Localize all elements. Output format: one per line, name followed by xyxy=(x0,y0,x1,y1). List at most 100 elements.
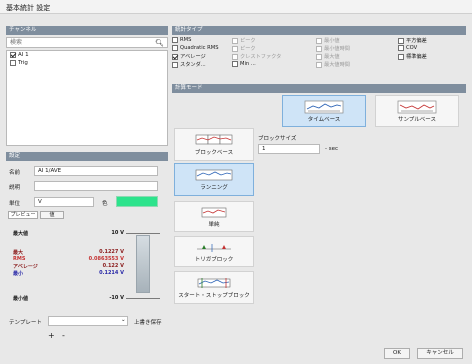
option-quadratic-rms[interactable]: Quadratic RMS xyxy=(172,45,219,51)
stat-min-value: 0.1214 V xyxy=(99,270,124,276)
checkbox[interactable] xyxy=(232,61,238,67)
calc-mode-header: 計算モード xyxy=(172,84,466,93)
name-input[interactable]: AI 1/AVE xyxy=(34,166,158,176)
timebase-icon xyxy=(304,100,344,114)
ok-button[interactable]: OK xyxy=(384,348,410,359)
block-type-label: ランニング xyxy=(200,185,228,191)
option-max[interactable]: 最大値 xyxy=(316,53,340,60)
checkbox[interactable] xyxy=(232,53,238,60)
option-min[interactable]: 最小値 xyxy=(316,37,340,44)
running-icon xyxy=(195,169,233,181)
checkbox[interactable] xyxy=(398,53,404,60)
channel-search-input[interactable] xyxy=(7,38,147,47)
blockbase-icon xyxy=(195,134,233,145)
template-save-link[interactable]: 上書き保存 xyxy=(134,318,162,326)
cancel-button[interactable]: キャンセル xyxy=(417,348,463,359)
checkbox[interactable] xyxy=(232,45,238,52)
option-label: 最小値 xyxy=(324,38,340,44)
block-size-label: ブロックサイズ xyxy=(258,136,297,142)
option-max-time[interactable]: 最大値時間 xyxy=(316,61,350,68)
list-item[interactable]: AI 1 xyxy=(7,51,167,59)
option-label: 平方偏差 xyxy=(406,38,427,44)
name-label: 名前 xyxy=(9,170,21,176)
option-label: 最大値 xyxy=(324,54,340,60)
option-label: 最大値時間 xyxy=(324,62,350,68)
option-label: アベレージ xyxy=(180,54,206,60)
block-type-running[interactable]: ランニング xyxy=(174,163,254,196)
mode-timebase-card[interactable]: タイムベース xyxy=(282,95,366,127)
option-variance[interactable]: 平方偏差 xyxy=(398,37,427,44)
unit-input[interactable]: V xyxy=(34,197,94,207)
option-rms[interactable]: RMS xyxy=(172,37,191,43)
option-label: クレストファクタ xyxy=(240,54,282,60)
list-item[interactable]: Trig xyxy=(7,59,167,67)
checkbox[interactable] xyxy=(172,37,178,43)
block-type-label: 単純 xyxy=(208,222,220,228)
option-average[interactable]: アベレージ xyxy=(172,53,206,60)
checkbox[interactable] xyxy=(232,37,238,44)
color-label: 色 xyxy=(102,201,108,207)
tab-value[interactable]: 値 xyxy=(40,211,64,219)
channel-label: Trig xyxy=(18,60,28,66)
checkbox[interactable] xyxy=(172,61,178,68)
option-cov[interactable]: COV xyxy=(398,45,417,51)
option-label: スタンダ... xyxy=(180,62,206,68)
stat-avg-value: 0.122 V xyxy=(102,263,124,269)
channels-header: チャンネル xyxy=(6,26,168,35)
checkbox[interactable] xyxy=(316,37,322,44)
checkbox[interactable] xyxy=(172,53,178,60)
block-size-input[interactable]: 1 xyxy=(258,144,320,154)
stat-rms-value: 0.0863553 V xyxy=(88,256,124,262)
option-label: Min ... xyxy=(240,61,256,67)
unit-label: 単位 xyxy=(9,201,21,207)
stat-rms-label: RMS xyxy=(13,256,26,262)
option-min-max[interactable]: Min ... xyxy=(232,61,256,67)
channel-search[interactable]: 🔍︎ xyxy=(6,37,168,48)
unit-text: sec xyxy=(328,146,339,152)
option-peak-2[interactable]: ピーク xyxy=(232,45,256,52)
block-type-start-stop[interactable]: スタート・ストップブロック xyxy=(174,271,254,304)
option-peak[interactable]: ピーク xyxy=(232,37,256,44)
block-type-blockbase[interactable]: ブロックベース xyxy=(174,128,254,161)
checkbox[interactable] xyxy=(398,37,404,44)
checkbox[interactable] xyxy=(398,45,404,51)
add-template-button[interactable]: + xyxy=(48,331,55,340)
statistics-header: 統計タイプ xyxy=(172,26,466,35)
checkbox[interactable] xyxy=(10,52,16,58)
option-crest-factor[interactable]: クレストファクタ xyxy=(232,53,281,60)
chevron-down-icon[interactable]: ⌄ xyxy=(121,317,126,323)
mode-samplebase-card[interactable]: サンプルベース xyxy=(375,95,459,127)
block-type-label: トリガブロック xyxy=(194,257,234,263)
block-type-simple[interactable]: 単純 xyxy=(174,201,254,232)
color-picker[interactable] xyxy=(116,196,158,207)
description-input[interactable] xyxy=(34,181,158,191)
search-icon[interactable]: 🔍︎ xyxy=(155,39,164,47)
settings-header: 設定 xyxy=(6,152,168,161)
block-type-label: ブロックベース xyxy=(194,150,234,156)
max-label: 最大値 xyxy=(13,231,29,237)
checkbox[interactable] xyxy=(316,53,322,60)
template-select[interactable] xyxy=(48,316,128,326)
simple-icon xyxy=(201,207,227,218)
min-value: -10 V xyxy=(109,295,124,301)
block-size-unit: - sec xyxy=(325,146,339,152)
checkbox[interactable] xyxy=(10,60,16,66)
window-title: 基本統計 設定 xyxy=(0,0,472,14)
remove-template-button[interactable]: - xyxy=(62,331,65,340)
checkbox[interactable] xyxy=(316,45,322,52)
checkbox[interactable] xyxy=(316,61,322,68)
description-label: 説明 xyxy=(9,185,21,191)
block-type-label: スタート・ストップブロック xyxy=(178,293,250,299)
option-min-time[interactable]: 最小値時間 xyxy=(316,45,350,52)
option-label: RMS xyxy=(180,37,192,43)
option-label: 標準偏差 xyxy=(406,54,427,60)
checkbox[interactable] xyxy=(172,45,178,51)
option-std-dev[interactable]: 標準偏差 xyxy=(398,53,427,60)
mode-label: タイムベース xyxy=(307,117,341,123)
max-value: 10 V xyxy=(111,230,124,236)
option-standard[interactable]: スタンダ... xyxy=(172,61,206,68)
channel-list[interactable]: AI 1 Trig xyxy=(6,50,168,146)
tab-preview[interactable]: プレビュー xyxy=(8,211,38,219)
channel-label: AI 1 xyxy=(18,52,29,58)
block-type-trigger[interactable]: トリガブロック xyxy=(174,236,254,267)
